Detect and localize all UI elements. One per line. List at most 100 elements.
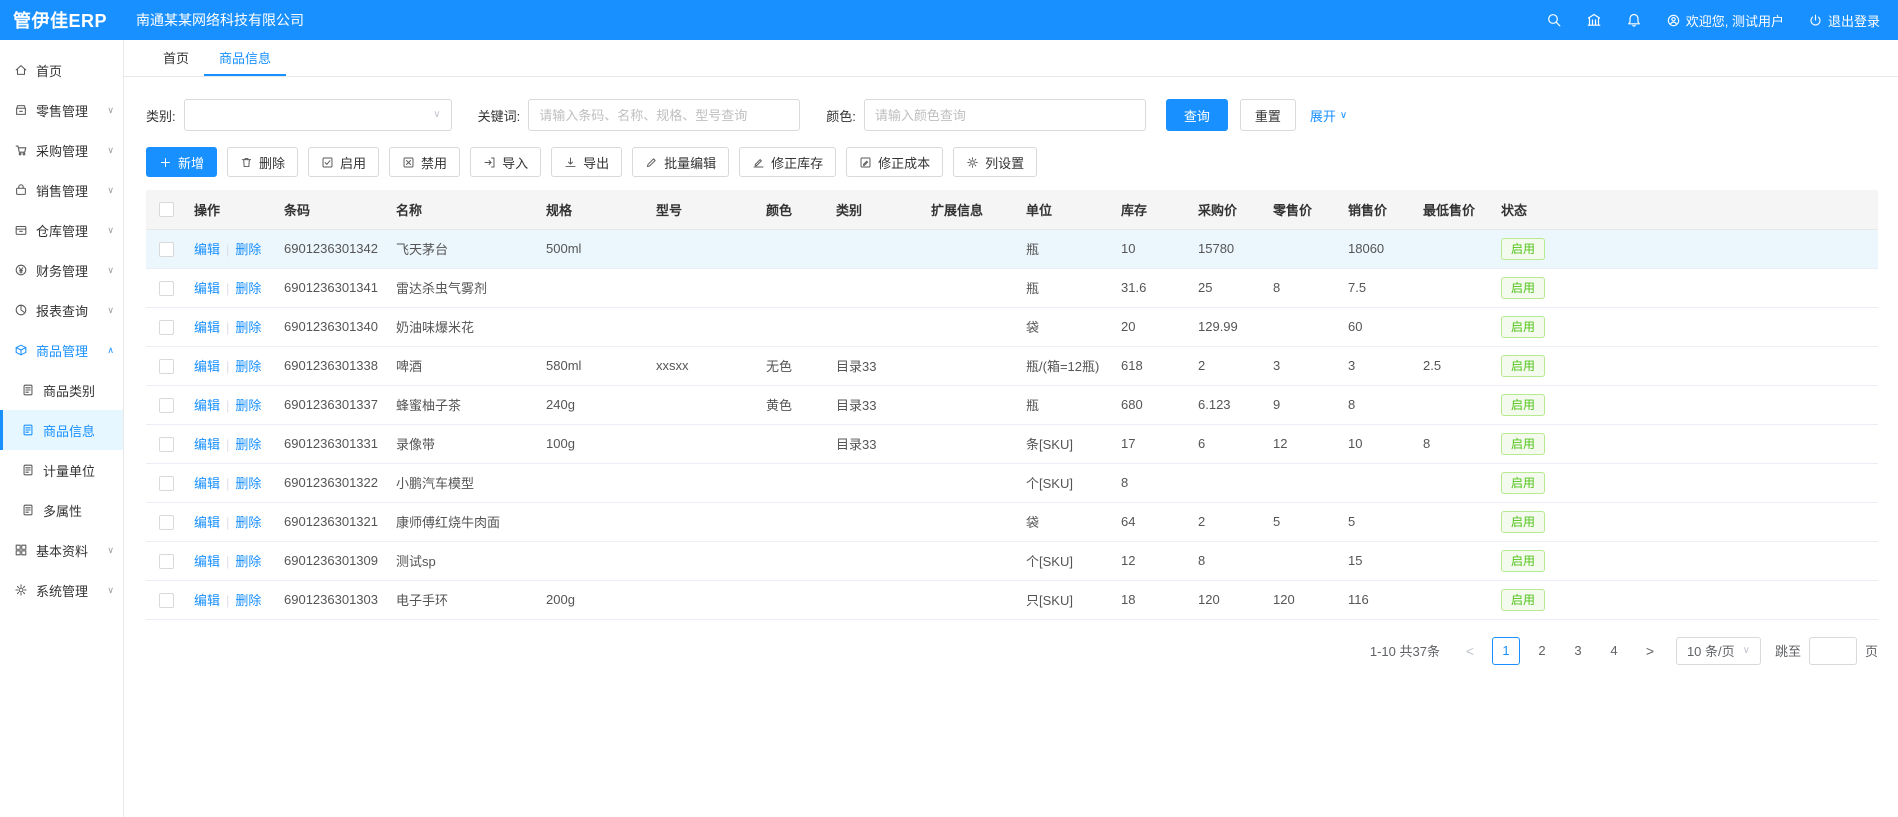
delete-button[interactable]: 删除 bbox=[227, 147, 298, 177]
row-check-cell bbox=[146, 307, 186, 346]
row-checkbox[interactable] bbox=[159, 320, 174, 335]
cell-stock: 31.6 bbox=[1113, 268, 1190, 307]
cell-stock: 64 bbox=[1113, 502, 1190, 541]
page-size-select[interactable]: 10 条/页 ∨ bbox=[1676, 637, 1761, 665]
cell-status: 启用 bbox=[1493, 502, 1878, 541]
sidebar-item-retail[interactable]: 零售管理∨ bbox=[0, 90, 123, 130]
column-settings-button[interactable]: 列设置 bbox=[953, 147, 1037, 177]
column-header-color: 颜色 bbox=[758, 190, 828, 229]
delete-link[interactable]: 删除 bbox=[235, 281, 261, 296]
jump-page-input[interactable] bbox=[1809, 637, 1857, 665]
next-page-button[interactable]: > bbox=[1636, 637, 1664, 665]
sidebar-item-sales[interactable]: 销售管理∨ bbox=[0, 170, 123, 210]
sidebar-item-purchase[interactable]: 采购管理∨ bbox=[0, 130, 123, 170]
delete-link[interactable]: 删除 bbox=[235, 398, 261, 413]
link-separator: | bbox=[226, 476, 229, 491]
retail-icon bbox=[14, 103, 28, 117]
color-input[interactable] bbox=[864, 99, 1146, 131]
page-button-1[interactable]: 1 bbox=[1492, 637, 1520, 665]
tab-goods-info[interactable]: 商品信息 bbox=[204, 40, 286, 76]
row-checkbox[interactable] bbox=[159, 242, 174, 257]
sidebar-item-label: 商品类别 bbox=[43, 381, 95, 400]
edit-link[interactable]: 编辑 bbox=[194, 359, 220, 374]
select-all-checkbox[interactable] bbox=[159, 202, 174, 217]
edit-link[interactable]: 编辑 bbox=[194, 242, 220, 257]
search-icon[interactable] bbox=[1546, 12, 1562, 28]
welcome-user[interactable]: 欢迎您, 测试用户 bbox=[1666, 11, 1784, 30]
cell-color: 无色 bbox=[758, 346, 828, 385]
enable-button[interactable]: 启用 bbox=[308, 147, 379, 177]
tab-home[interactable]: 首页 bbox=[148, 40, 204, 76]
cell-stock: 18 bbox=[1113, 580, 1190, 619]
cell-spec bbox=[538, 268, 648, 307]
row-checkbox[interactable] bbox=[159, 593, 174, 608]
add-button[interactable]: 新增 bbox=[146, 147, 217, 177]
delete-link[interactable]: 删除 bbox=[235, 320, 261, 335]
delete-link[interactable]: 删除 bbox=[235, 476, 261, 491]
sidebar-item-report[interactable]: 报表查询∨ bbox=[0, 290, 123, 330]
cell-status: 启用 bbox=[1493, 307, 1878, 346]
delete-link[interactable]: 删除 bbox=[235, 437, 261, 452]
logout-button[interactable]: 退出登录 bbox=[1808, 11, 1880, 30]
row-checkbox[interactable] bbox=[159, 398, 174, 413]
delete-link[interactable]: 删除 bbox=[235, 515, 261, 530]
sidebar-item-basic-data[interactable]: 基本资料∨ bbox=[0, 530, 123, 570]
edit-link[interactable]: 编辑 bbox=[194, 593, 220, 608]
cell-model bbox=[648, 307, 758, 346]
edit-link[interactable]: 编辑 bbox=[194, 476, 220, 491]
search-button[interactable]: 查询 bbox=[1166, 99, 1228, 131]
reset-button[interactable]: 重置 bbox=[1240, 99, 1296, 131]
cell-min-price bbox=[1415, 268, 1493, 307]
sidebar-item-system[interactable]: 系统管理∨ bbox=[0, 570, 123, 610]
sidebar-item-goods-category[interactable]: 商品类别 bbox=[0, 370, 123, 410]
edit-link[interactable]: 编辑 bbox=[194, 515, 220, 530]
cell-category bbox=[828, 307, 923, 346]
sidebar-item-home[interactable]: 首页 bbox=[0, 50, 123, 90]
sidebar-item-goods[interactable]: 商品管理∧ bbox=[0, 330, 123, 370]
row-checkbox[interactable] bbox=[159, 437, 174, 452]
sidebar-item-finance[interactable]: 财务管理∨ bbox=[0, 250, 123, 290]
row-checkbox[interactable] bbox=[159, 281, 174, 296]
page-button-4[interactable]: 4 bbox=[1600, 637, 1628, 665]
expand-link[interactable]: 展开 ∨ bbox=[1310, 106, 1347, 125]
keyword-input[interactable] bbox=[528, 99, 800, 131]
cell-barcode: 6901236301309 bbox=[276, 541, 388, 580]
cell-min-price bbox=[1415, 541, 1493, 580]
import-button[interactable]: 导入 bbox=[470, 147, 541, 177]
row-checkbox[interactable] bbox=[159, 515, 174, 530]
delete-link[interactable]: 删除 bbox=[235, 242, 261, 257]
cell-retail-price: 8 bbox=[1265, 268, 1340, 307]
sidebar-item-multi-attr[interactable]: 多属性 bbox=[0, 490, 123, 530]
sidebar-item-warehouse[interactable]: 仓库管理∨ bbox=[0, 210, 123, 250]
delete-link[interactable]: 删除 bbox=[235, 359, 261, 374]
cell-min-price bbox=[1415, 385, 1493, 424]
edit-link[interactable]: 编辑 bbox=[194, 437, 220, 452]
bell-icon[interactable] bbox=[1626, 12, 1642, 28]
table-row: 编辑|删除6901236301322小鹏汽车模型个[SKU]8启用 bbox=[146, 463, 1878, 502]
category-select[interactable]: ∨ bbox=[184, 99, 452, 131]
export-button[interactable]: 导出 bbox=[551, 147, 622, 177]
edit-link[interactable]: 编辑 bbox=[194, 398, 220, 413]
enable-icon bbox=[321, 156, 334, 169]
row-checkbox[interactable] bbox=[159, 476, 174, 491]
shop-icon[interactable] bbox=[1586, 12, 1602, 28]
delete-link[interactable]: 删除 bbox=[235, 554, 261, 569]
edit-icon bbox=[645, 156, 658, 169]
delete-link[interactable]: 删除 bbox=[235, 593, 261, 608]
batch-edit-button[interactable]: 批量编辑 bbox=[632, 147, 729, 177]
page-button-2[interactable]: 2 bbox=[1528, 637, 1556, 665]
fix-cost-button[interactable]: 修正成本 bbox=[846, 147, 943, 177]
disable-button-label: 禁用 bbox=[421, 153, 447, 172]
sidebar-item-measure-unit[interactable]: 计量单位 bbox=[0, 450, 123, 490]
sidebar-item-goods-info[interactable]: 商品信息 bbox=[0, 410, 123, 450]
edit-link[interactable]: 编辑 bbox=[194, 320, 220, 335]
fix-stock-button[interactable]: 修正库存 bbox=[739, 147, 836, 177]
row-checkbox[interactable] bbox=[159, 359, 174, 374]
row-checkbox[interactable] bbox=[159, 554, 174, 569]
edit-link[interactable]: 编辑 bbox=[194, 281, 220, 296]
edit-link[interactable]: 编辑 bbox=[194, 554, 220, 569]
disable-button[interactable]: 禁用 bbox=[389, 147, 460, 177]
export-icon bbox=[564, 156, 577, 169]
page-button-3[interactable]: 3 bbox=[1564, 637, 1592, 665]
prev-page-button[interactable]: < bbox=[1456, 637, 1484, 665]
